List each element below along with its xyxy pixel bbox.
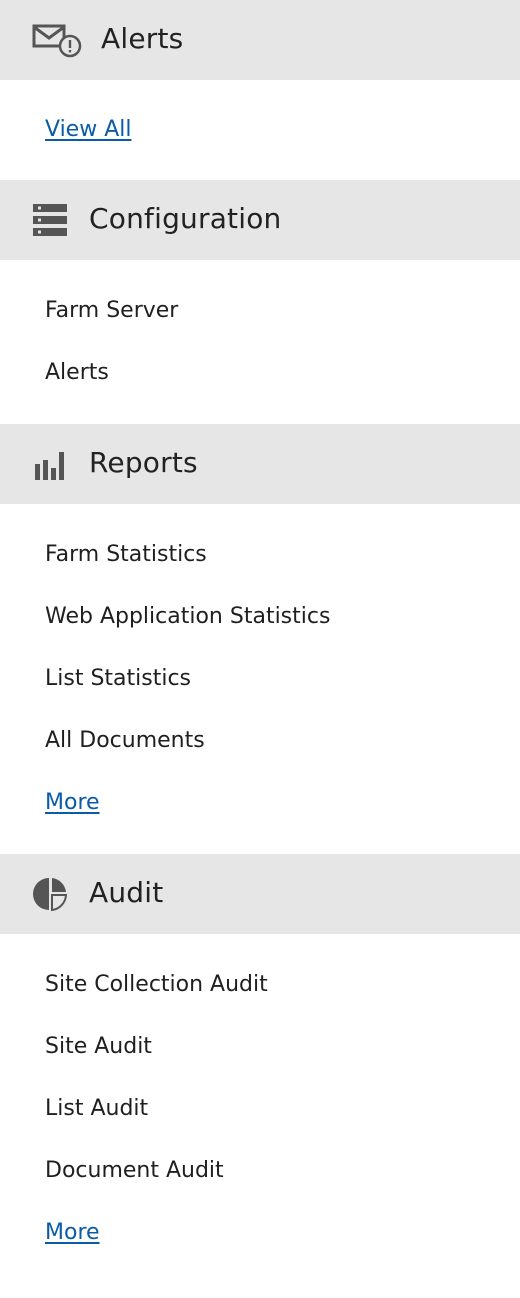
reports-more-link[interactable]: More <box>45 789 100 817</box>
menu-item-farm-statistics[interactable]: Farm Statistics <box>45 541 207 569</box>
section-header-audit[interactable]: Audit <box>0 854 520 934</box>
menu-item-list-statistics[interactable]: List Statistics <box>45 665 191 693</box>
menu-item-site-collection-audit[interactable]: Site Collection Audit <box>45 971 268 999</box>
menu-item-farm-server[interactable]: Farm Server <box>45 297 178 325</box>
bar-chart-icon <box>34 448 68 482</box>
audit-more-link[interactable]: More <box>45 1219 100 1247</box>
section-header-reports[interactable]: Reports <box>0 424 520 504</box>
section-title-reports: Reports <box>89 446 198 479</box>
menu-item-alerts[interactable]: Alerts <box>45 359 109 387</box>
view-all-link[interactable]: View All <box>45 116 131 144</box>
server-rack-icon <box>32 203 68 237</box>
section-title-alerts: Alerts <box>101 22 184 55</box>
mail-alert-icon <box>32 22 82 58</box>
section-header-configuration[interactable]: Configuration <box>0 180 520 260</box>
menu-item-web-application-statistics[interactable]: Web Application Statistics <box>45 603 330 631</box>
section-title-configuration: Configuration <box>89 202 282 235</box>
menu-item-list-audit[interactable]: List Audit <box>45 1095 148 1123</box>
menu-item-document-audit[interactable]: Document Audit <box>45 1157 224 1185</box>
section-header-alerts[interactable]: Alerts <box>0 0 520 80</box>
pie-chart-icon <box>32 876 68 912</box>
menu-item-all-documents[interactable]: All Documents <box>45 727 205 755</box>
section-title-audit: Audit <box>89 876 164 909</box>
menu-item-site-audit[interactable]: Site Audit <box>45 1033 152 1061</box>
